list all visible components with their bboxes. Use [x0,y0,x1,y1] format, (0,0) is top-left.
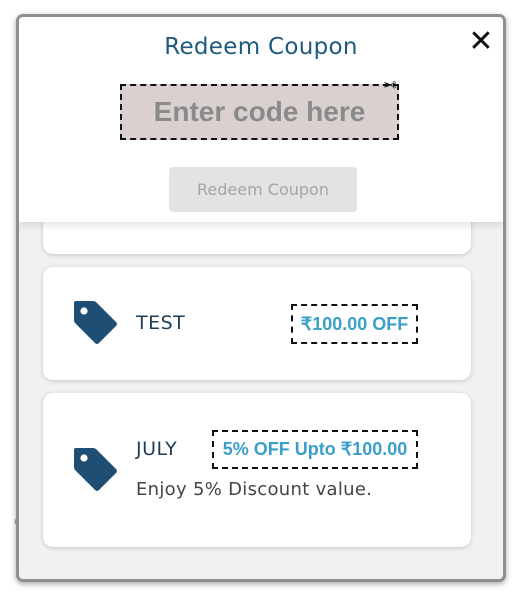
redeem-coupon-modal: TEST ₹100.00 OFF JULY 5% OFF Upto ₹100.0… [16,14,506,582]
coupon-code: TEST [136,312,186,334]
scissors-icon: ✂ [383,75,397,94]
coupon-card[interactable]: JULY 5% OFF Upto ₹100.00 Enjoy 5% Discou… [43,393,471,547]
coupon-offer-badge[interactable]: ₹100.00 OFF [291,304,418,344]
coupon-code: JULY [136,438,178,460]
coupon-offer-badge[interactable]: 5% OFF Upto ₹100.00 [212,430,418,469]
modal-header: Redeem Coupon ✕ ✂ Redeem Coupon [19,17,503,222]
close-icon[interactable]: ✕ [466,27,496,57]
tag-icon [74,301,117,344]
modal-title: Redeem Coupon [164,34,358,60]
coupon-code-input[interactable] [120,84,399,140]
tag-icon [74,448,117,491]
coupon-description: Enjoy 5% Discount value. [136,479,373,500]
redeem-coupon-button[interactable]: Redeem Coupon [169,167,357,212]
coupon-card[interactable]: TEST ₹100.00 OFF [43,267,471,380]
